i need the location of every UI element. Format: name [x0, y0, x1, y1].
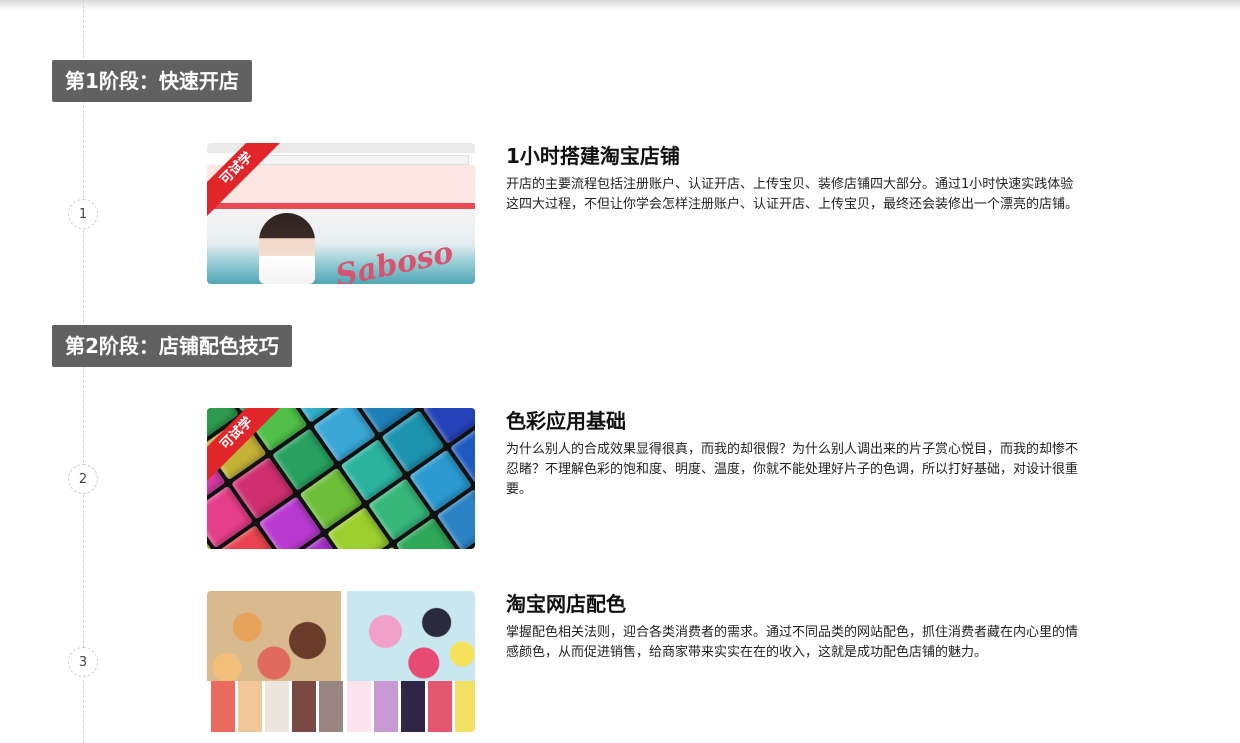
color-swatch	[374, 681, 398, 732]
lesson-title-3[interactable]: 淘宝网店配色	[506, 588, 626, 617]
color-swatch	[428, 681, 452, 732]
lesson-thumbnail-2[interactable]: 可试学	[207, 408, 475, 549]
color-swatch	[211, 681, 235, 732]
color-swatch	[265, 681, 289, 732]
color-swatch	[347, 681, 371, 732]
lesson-number-2: 2	[68, 464, 98, 494]
color-swatch	[455, 681, 475, 732]
lesson-thumbnail-1[interactable]: Saboso 可试学	[207, 143, 475, 284]
candy-photo	[347, 591, 475, 681]
model-photo	[259, 213, 315, 284]
color-swatch	[401, 681, 425, 732]
donuts-photo	[207, 591, 341, 681]
color-swatch	[292, 681, 316, 732]
lesson-description-3: 掌握配色相关法则，迎合各类消费者的需求。通过不同品类的网站配色，抓住消费者藏在内…	[506, 625, 1079, 660]
address-bar	[237, 155, 469, 165]
top-shadow	[0, 0, 1240, 10]
lesson-description-1: 开店的主要流程包括注册账户、认证开店、上传宝贝、装修店铺四大部分。通过1小时快速…	[506, 177, 1079, 212]
lesson-title-1[interactable]: 1小时搭建淘宝店铺	[506, 140, 680, 169]
color-swatch	[319, 681, 343, 732]
lesson-title-2[interactable]: 色彩应用基础	[506, 405, 626, 434]
lesson-description-2: 为什么别人的合成效果显得很真，而我的却很假？为什么别人调出来的片子赏心悦目，而我…	[506, 442, 1079, 497]
color-swatch	[238, 681, 262, 732]
lesson-thumbnail-3[interactable]	[207, 591, 475, 732]
lesson-number-3: 3	[68, 647, 98, 677]
timeline-line	[83, 0, 84, 743]
stage-label-2: 第2阶段：店铺配色技巧	[52, 325, 292, 367]
lesson-number-1: 1	[68, 199, 98, 229]
stage-label-1: 第1阶段：快速开店	[52, 60, 252, 102]
